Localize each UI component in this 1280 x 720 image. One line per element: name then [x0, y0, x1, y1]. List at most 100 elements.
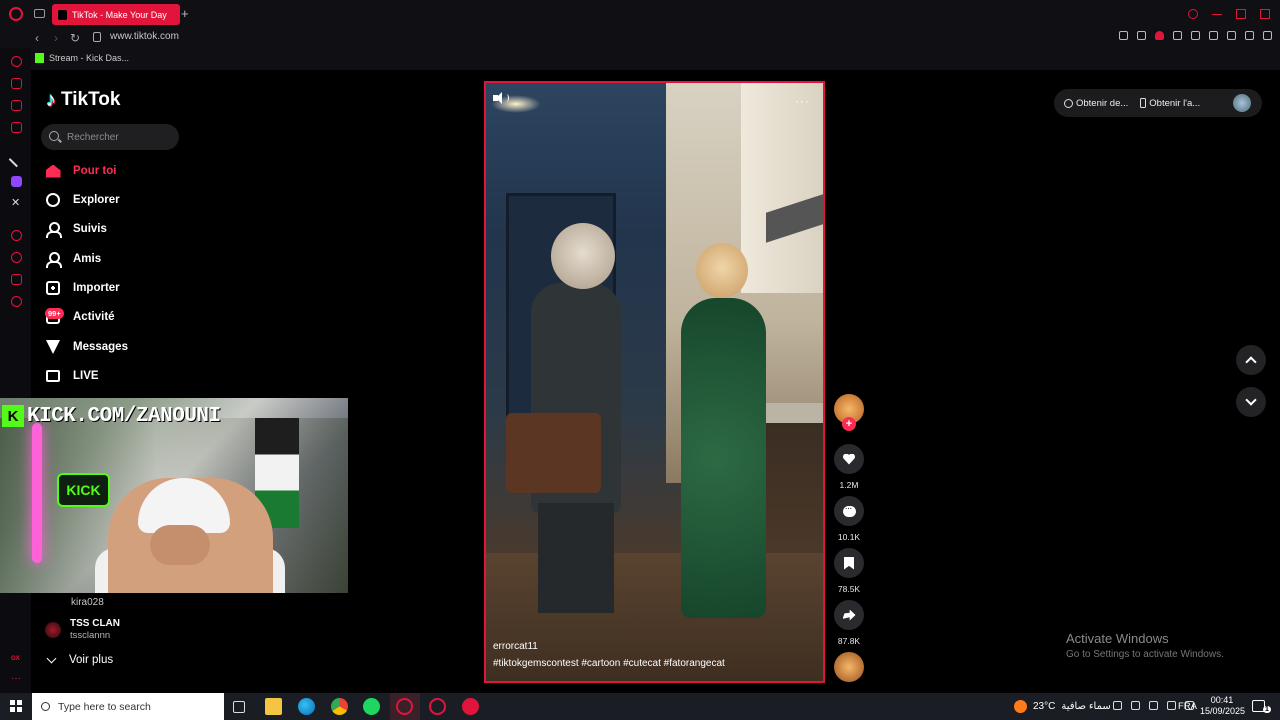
kick-neon-sign: KICK — [57, 473, 110, 507]
tiktok-logo[interactable]: ♪ TikTok — [46, 89, 120, 111]
menu-icon[interactable] — [1263, 31, 1272, 40]
nav-messages[interactable]: Messages — [45, 336, 128, 358]
x-icon[interactable]: ✕ — [11, 198, 22, 209]
get-desktop-app-button[interactable]: Obtenir de... — [1064, 98, 1128, 109]
crypto-wallet-icon[interactable] — [11, 78, 22, 89]
messenger-icon[interactable] — [11, 100, 22, 111]
nav-live[interactable]: LIVE — [45, 365, 99, 387]
get-mobile-app-button[interactable]: Obtenir l'a... — [1140, 98, 1200, 109]
settings-icon[interactable] — [11, 296, 22, 307]
download-icon[interactable] — [1245, 31, 1254, 40]
taskbar-search[interactable]: Type here to search — [32, 693, 224, 720]
close-icon[interactable] — [1260, 9, 1270, 19]
aria-icon[interactable] — [11, 56, 22, 67]
heart-icon[interactable] — [1209, 31, 1218, 40]
snapshot-icon[interactable] — [1137, 31, 1146, 40]
nav-pour-toi[interactable]: Pour toi — [45, 160, 116, 182]
shield-icon[interactable] — [1155, 31, 1164, 40]
heart-icon — [843, 454, 855, 465]
chevron-up-icon[interactable] — [1113, 701, 1122, 710]
follow-plus-icon[interactable]: + — [842, 417, 856, 431]
pin-icon[interactable] — [1119, 31, 1128, 40]
windows-start-icon[interactable] — [10, 700, 22, 712]
video-player[interactable] — [484, 81, 825, 683]
arc-icon[interactable] — [8, 151, 25, 168]
live-icon — [45, 368, 61, 384]
lock-icon[interactable] — [93, 32, 101, 42]
search-input[interactable] — [67, 128, 172, 146]
tab-search-icon[interactable] — [1188, 9, 1198, 19]
volume-icon[interactable] — [1131, 701, 1140, 710]
avatar — [45, 622, 61, 638]
chrome-icon[interactable] — [331, 698, 348, 715]
video-hashtags[interactable]: #tiktokgemscontest #cartoon #cutecat #fa… — [493, 658, 725, 669]
bookmark-button[interactable] — [834, 548, 864, 578]
browser-tab-active[interactable]: TikTok - Make Your Day — [52, 4, 180, 25]
translate-icon[interactable] — [1173, 31, 1182, 40]
keyboard-icon[interactable] — [1167, 701, 1176, 710]
volume-icon[interactable] — [493, 92, 509, 104]
new-tab-icon[interactable]: + — [181, 7, 189, 20]
reload-icon[interactable]: ↻ — [70, 31, 80, 45]
previous-video-button[interactable] — [1236, 345, 1266, 375]
forward-icon[interactable]: › — [54, 31, 58, 45]
extensions-icon[interactable] — [11, 274, 22, 285]
weather-icon — [1014, 700, 1027, 713]
nav-label: Explorer — [73, 194, 120, 206]
bookmark-kick[interactable]: Stream - Kick Das... — [35, 53, 129, 63]
history-icon[interactable] — [11, 252, 22, 263]
notification-badge: 99+ — [45, 308, 64, 319]
taskbar-clock[interactable]: 00:41 15/09/2025 — [1200, 695, 1245, 717]
url-field[interactable]: www.tiktok.com — [110, 31, 179, 42]
maximize-icon[interactable] — [1236, 9, 1246, 19]
next-video-button[interactable] — [1236, 387, 1266, 417]
video-author[interactable]: errorcat11 — [493, 641, 538, 652]
search-icon — [41, 702, 50, 711]
tiktok-wordmark: TikTok — [61, 89, 121, 110]
browser-tab-bar: TikTok - Make Your Day + — [0, 0, 1280, 28]
following-account[interactable]: TSS CLAN tssclannn — [45, 618, 120, 642]
task-view-icon[interactable] — [233, 701, 245, 713]
nav-amis[interactable]: Amis — [45, 248, 101, 270]
file-explorer-icon[interactable] — [265, 698, 282, 715]
more-icon[interactable]: ··· — [11, 674, 22, 687]
streamer-hand — [150, 525, 210, 565]
following-icon — [45, 221, 62, 238]
twitch-icon[interactable] — [11, 176, 22, 187]
account-handle[interactable]: kira028 — [71, 597, 104, 608]
minimize-icon[interactable] — [1212, 9, 1222, 15]
kick-logo-icon: K — [2, 405, 24, 427]
sound-disc[interactable] — [834, 652, 864, 682]
account-icon[interactable] — [1227, 31, 1236, 40]
spotify-icon[interactable] — [363, 698, 380, 715]
get-desktop-label: Obtenir de... — [1076, 97, 1129, 109]
kick-banner-text: KICK.COM/ZANOUNI — [27, 404, 221, 428]
app-icon[interactable] — [462, 698, 479, 715]
back-icon[interactable]: ‹ — [35, 31, 39, 45]
taskbar-search-placeholder: Type here to search — [58, 700, 151, 713]
see-more-button[interactable]: Voir plus — [46, 653, 114, 666]
comment-button[interactable] — [834, 496, 864, 526]
user-avatar[interactable] — [1233, 94, 1251, 112]
see-more-label: Voir plus — [69, 654, 114, 666]
window-controls — [1188, 9, 1270, 19]
opera-logo-icon[interactable] — [9, 7, 23, 21]
gx-icon[interactable]: GX — [11, 654, 22, 665]
nav-importer[interactable]: Importer — [45, 277, 120, 299]
play-icon[interactable] — [1191, 31, 1200, 40]
nav-suivis[interactable]: Suivis — [45, 218, 107, 240]
nav-explorer[interactable]: Explorer — [45, 189, 120, 211]
input-language[interactable]: FRA — [1178, 701, 1197, 712]
network-icon[interactable] — [1149, 701, 1158, 710]
more-options-icon[interactable]: ··· — [795, 94, 810, 108]
opera-icon[interactable] — [396, 698, 413, 715]
player-icon[interactable] — [11, 122, 22, 133]
speed-dial-icon[interactable] — [11, 230, 22, 241]
search-box[interactable] — [41, 124, 179, 150]
edge-icon[interactable] — [298, 698, 315, 715]
share-button[interactable] — [834, 600, 864, 630]
tab-manager-icon[interactable] — [34, 9, 45, 18]
weather-widget[interactable]: 23°C سماء صافية — [1014, 700, 1111, 713]
opera-gx-icon[interactable] — [429, 698, 446, 715]
like-button[interactable] — [834, 444, 864, 474]
